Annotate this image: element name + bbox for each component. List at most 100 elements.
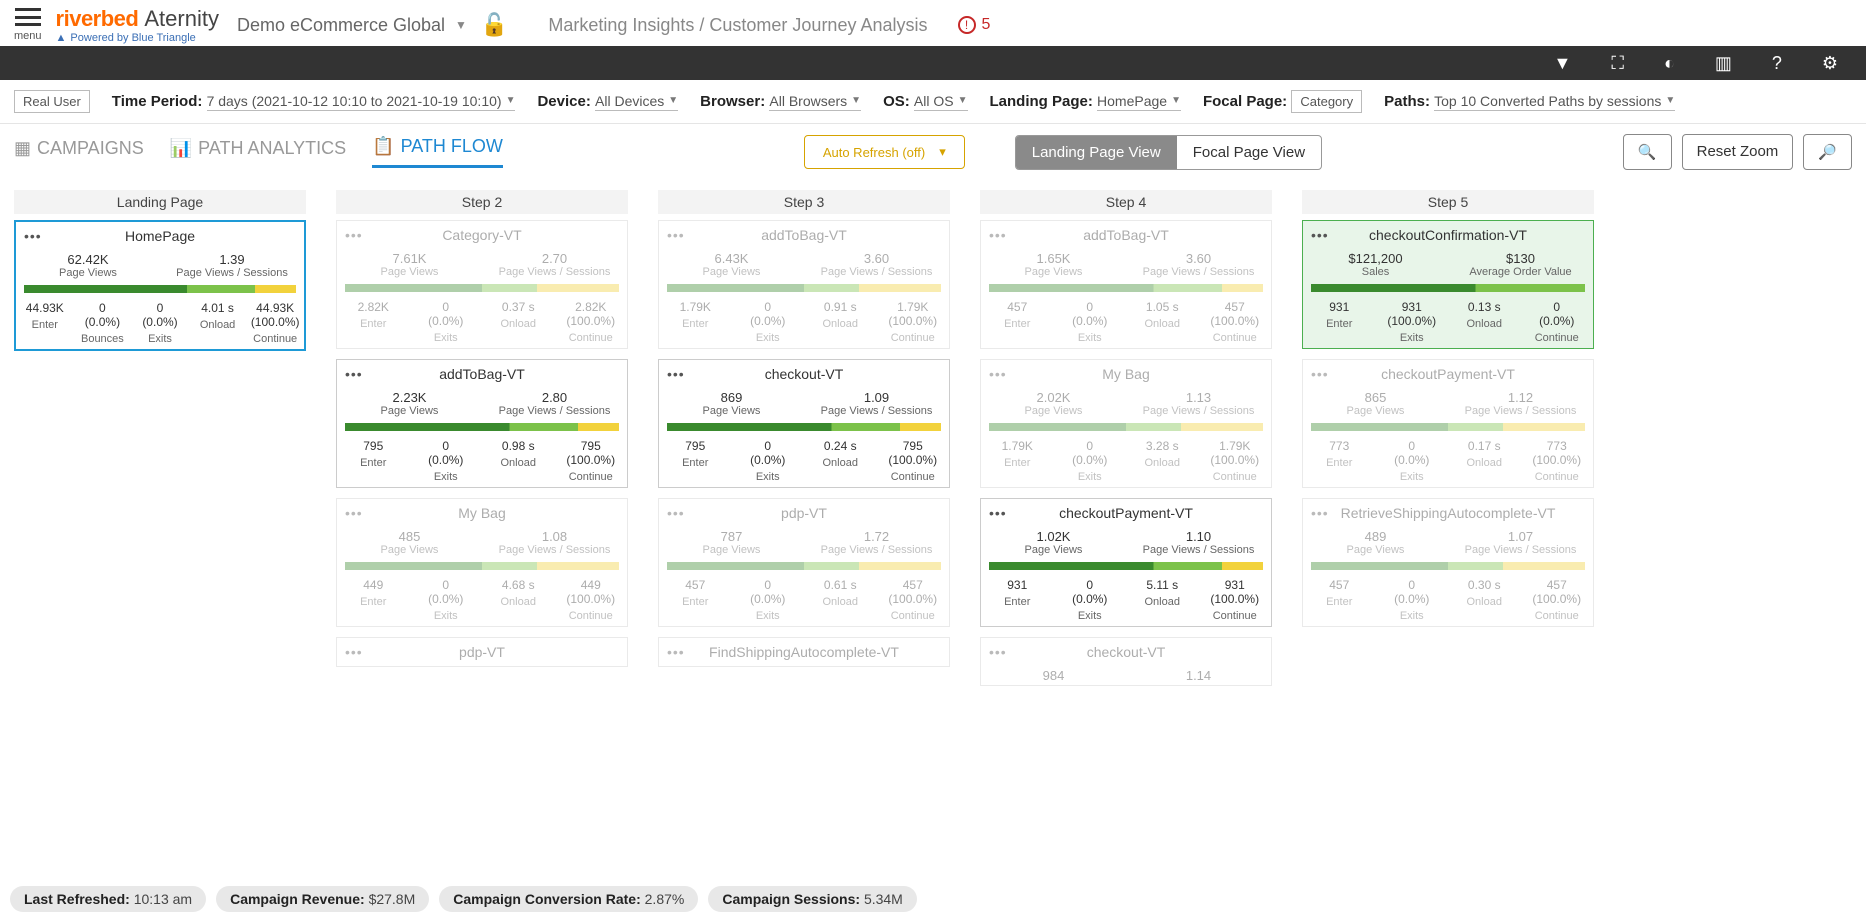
zoom-in-button[interactable]: 🔎 — [1803, 134, 1852, 170]
flow-card[interactable]: •••Category-VT7.61KPage Views2.70Page Vi… — [336, 220, 628, 349]
brand-logo: riverbedAternity ▲Powered by Blue Triang… — [56, 6, 219, 44]
flow-card[interactable]: •••HomePage62.42KPage Views1.39Page View… — [14, 220, 306, 351]
card-title: checkoutPayment-VT — [1059, 505, 1193, 521]
flow-card[interactable]: •••checkoutPayment-VT865Page Views1.12Pa… — [1302, 359, 1594, 488]
landing-page-view-button[interactable]: Landing Page View — [1016, 136, 1177, 169]
landing-label: Landing Page: — [990, 93, 1093, 110]
caret-down-icon: ▼ — [455, 18, 467, 32]
browser-label: Browser: — [700, 93, 765, 110]
chart-icon: 📊 — [170, 138, 192, 159]
status-conversion-rate: Campaign Conversion Rate: 2.87% — [439, 886, 698, 912]
card-menu-icon[interactable]: ••• — [989, 505, 1007, 521]
card-title: Category-VT — [442, 227, 521, 243]
clipboard-icon: 📋 — [372, 136, 394, 157]
filter-icon[interactable]: ▼ — [1554, 53, 1572, 74]
card-menu-icon[interactable]: ••• — [989, 644, 1007, 660]
focal-page-selector[interactable]: Category — [1291, 90, 1362, 113]
card-menu-icon[interactable]: ••• — [1311, 505, 1329, 521]
real-user-filter[interactable]: Real User — [14, 90, 90, 113]
flow-card[interactable]: •••addToBag-VT6.43KPage Views3.60Page Vi… — [658, 220, 950, 349]
os-selector[interactable]: All OS▼ — [914, 93, 968, 111]
time-period-selector[interactable]: 7 days (2021-10-12 10:10 to 2021-10-19 1… — [207, 93, 516, 111]
card-menu-icon[interactable]: ••• — [667, 366, 685, 382]
chevron-down-icon: ▾ — [939, 144, 946, 160]
card-title: addToBag-VT — [439, 366, 525, 382]
card-menu-icon[interactable]: ••• — [1311, 227, 1329, 243]
focal-label: Focal Page: — [1203, 93, 1287, 110]
card-title: My Bag — [458, 505, 505, 521]
columns-icon[interactable]: ▥ — [1715, 53, 1732, 74]
card-title: pdp-VT — [459, 644, 505, 660]
focal-page-view-button[interactable]: Focal Page View — [1177, 136, 1321, 169]
triangle-icon: ▲ — [56, 32, 67, 44]
column-header: Landing Page — [14, 190, 306, 214]
card-menu-icon[interactable]: ••• — [345, 644, 363, 660]
card-menu-icon[interactable]: ••• — [667, 644, 685, 660]
zoom-out-button[interactable]: 🔍 — [1623, 134, 1672, 170]
card-title: checkout-VT — [1087, 644, 1166, 660]
alert-icon: ! — [958, 16, 976, 34]
menu-label: menu — [14, 30, 42, 42]
tab-path-flow[interactable]: 📋PATH FLOW — [372, 136, 503, 168]
card-menu-icon[interactable]: ••• — [989, 227, 1007, 243]
card-menu-icon[interactable]: ••• — [345, 227, 363, 243]
flow-card[interactable]: •••checkout-VT869Page Views1.09Page View… — [658, 359, 950, 488]
flow-card[interactable]: ••• FindShippingAutocomplete-VT — [658, 637, 950, 667]
card-title: FindShippingAutocomplete-VT — [709, 644, 899, 660]
flow-card[interactable]: ••• pdp-VT — [336, 637, 628, 667]
flow-card[interactable]: •••checkoutConfirmation-VT$121,200Sales$… — [1302, 220, 1594, 349]
card-title: checkoutConfirmation-VT — [1369, 227, 1527, 243]
auto-refresh-toggle[interactable]: Auto Refresh (off)▾ — [804, 135, 965, 169]
flow-card[interactable]: •••My Bag2.02KPage Views1.13Page Views /… — [980, 359, 1272, 488]
flow-card[interactable]: •••pdp-VT787Page Views1.72Page Views / S… — [658, 498, 950, 627]
card-menu-icon[interactable]: ••• — [1311, 366, 1329, 382]
fullscreen-icon[interactable]: ⛶ — [1611, 53, 1624, 74]
column-header: Step 3 — [658, 190, 950, 214]
time-label: Time Period: — [112, 93, 203, 110]
card-menu-icon[interactable]: ••• — [667, 505, 685, 521]
tab-path-analytics[interactable]: 📊PATH ANALYTICS — [170, 138, 346, 167]
card-menu-icon[interactable]: ••• — [24, 228, 42, 244]
flow-card[interactable]: •••My Bag485Page Views1.08Page Views / S… — [336, 498, 628, 627]
flow-card[interactable]: •••addToBag-VT2.23KPage Views2.80Page Vi… — [336, 359, 628, 488]
card-menu-icon[interactable]: ••• — [989, 366, 1007, 382]
paths-selector[interactable]: Top 10 Converted Paths by sessions▼ — [1434, 93, 1675, 111]
card-title: pdp-VT — [781, 505, 827, 521]
os-label: OS: — [883, 93, 910, 110]
flow-card[interactable]: •••checkout-VT9841.14 — [980, 637, 1272, 686]
reset-zoom-button[interactable]: Reset Zoom — [1682, 134, 1794, 170]
hamburger-icon — [15, 8, 41, 26]
device-selector[interactable]: All Devices▼ — [595, 93, 678, 111]
flow-card[interactable]: •••RetrieveShippingAutocomplete-VT489Pag… — [1302, 498, 1594, 627]
column-header: Step 2 — [336, 190, 628, 214]
card-title: RetrieveShippingAutocomplete-VT — [1341, 505, 1556, 521]
flow-card[interactable]: •••checkoutPayment-VT1.02KPage Views1.10… — [980, 498, 1272, 627]
card-menu-icon[interactable]: ••• — [667, 227, 685, 243]
paths-label: Paths: — [1384, 93, 1430, 110]
contrast-icon[interactable]: ◐ — [1664, 53, 1675, 74]
menu-button[interactable]: menu — [14, 8, 42, 42]
status-last-refreshed: Last Refreshed: 10:13 am — [10, 886, 206, 912]
device-label: Device: — [537, 93, 590, 110]
card-title: checkoutPayment-VT — [1381, 366, 1515, 382]
card-menu-icon[interactable]: ••• — [345, 505, 363, 521]
status-campaign-revenue: Campaign Revenue: $27.8M — [216, 886, 429, 912]
card-menu-icon[interactable]: ••• — [345, 366, 363, 382]
card-title: addToBag-VT — [1083, 227, 1169, 243]
flow-card[interactable]: •••addToBag-VT1.65KPage Views3.60Page Vi… — [980, 220, 1272, 349]
card-title: addToBag-VT — [761, 227, 847, 243]
browser-selector[interactable]: All Browsers▼ — [769, 93, 861, 111]
lock-open-icon[interactable]: 🔓 — [481, 12, 508, 38]
card-title: My Bag — [1102, 366, 1149, 382]
gear-icon[interactable]: ⚙ — [1822, 53, 1838, 74]
alert-indicator[interactable]: ! 5 — [958, 16, 991, 34]
context-selector[interactable]: Demo eCommerce Global ▼ — [237, 15, 467, 36]
tab-campaigns[interactable]: ▦CAMPAIGNS — [14, 138, 144, 167]
column-header: Step 5 — [1302, 190, 1594, 214]
column-header: Step 4 — [980, 190, 1272, 214]
status-campaign-sessions: Campaign Sessions: 5.34M — [708, 886, 917, 912]
breadcrumb: Marketing Insights / Customer Journey An… — [548, 15, 927, 36]
landing-page-selector[interactable]: HomePage▼ — [1097, 93, 1181, 111]
help-icon[interactable]: ? — [1772, 53, 1782, 74]
card-title: checkout-VT — [765, 366, 844, 382]
